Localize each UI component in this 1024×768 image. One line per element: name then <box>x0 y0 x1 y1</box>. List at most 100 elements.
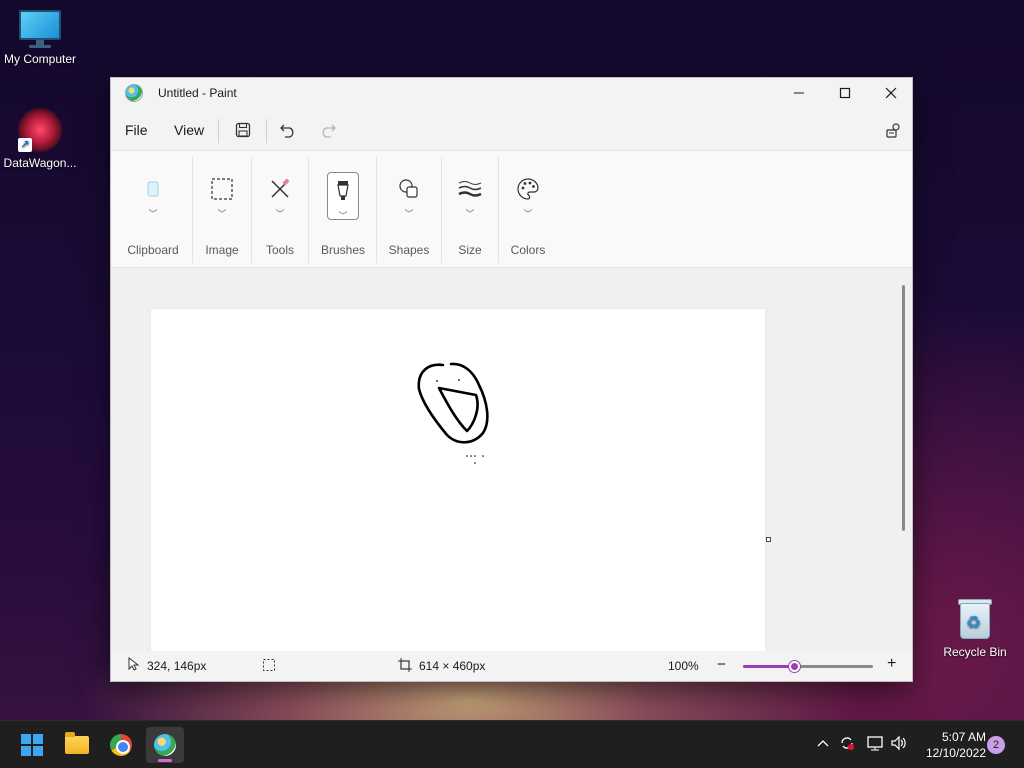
active-app-indicator <box>158 759 172 762</box>
ribbon-divider <box>376 157 377 263</box>
status-bar: 324, 146px 614 × 460px 100% − + <box>111 651 912 681</box>
start-icon <box>21 734 43 756</box>
paint-icon <box>154 734 176 756</box>
window-title: Untitled - Paint <box>158 86 237 100</box>
drawing-strokes <box>417 362 489 464</box>
ribbon-divider <box>441 157 442 263</box>
chevron-down-icon: ﹀ <box>465 209 475 219</box>
ribbon-group-label: Tools <box>265 243 294 257</box>
cursor-icon <box>127 656 140 674</box>
ribbon-group-label: Clipboard <box>127 243 179 257</box>
canvas-resize-handle[interactable] <box>766 537 771 542</box>
undo-button[interactable] <box>275 118 301 142</box>
title-bar[interactable]: Untitled - Paint <box>111 78 912 108</box>
chevron-down-icon: ﹀ <box>404 209 414 219</box>
menu-view[interactable]: View <box>174 122 204 138</box>
size-icon <box>454 173 486 205</box>
shapes-icon <box>393 173 425 205</box>
chevron-down-icon: ﹀ <box>338 211 348 221</box>
desktop-icon-label: Recycle Bin <box>943 645 1007 659</box>
taskbar-clock[interactable]: 5:07 AM 12/10/2022 <box>916 729 986 761</box>
vertical-scrollbar[interactable] <box>902 285 905 531</box>
maximize-button[interactable] <box>822 78 868 108</box>
menu-bar: File View <box>111 111 912 149</box>
menu-file[interactable]: File <box>125 122 148 138</box>
drawing-canvas[interactable] <box>151 309 765 652</box>
clock-date: 12/10/2022 <box>925 746 986 760</box>
zoom-level[interactable]: 100% <box>668 659 699 673</box>
sync-icon[interactable] <box>838 734 856 755</box>
minimize-icon <box>794 92 804 94</box>
ribbon-group-label: Brushes <box>320 243 366 257</box>
cursor-position: 324, 146px <box>147 659 207 673</box>
ribbon-group-size[interactable]: ﹀ Size <box>443 151 497 269</box>
redo-icon <box>322 124 336 138</box>
ribbon-group-label: Image <box>205 243 239 257</box>
canvas-size: 614 × 460px <box>419 659 486 673</box>
volume-icon[interactable] <box>890 734 908 755</box>
palette-icon <box>512 173 544 205</box>
recycle-bin-icon: ♻ <box>956 597 994 641</box>
monitor-icon <box>19 10 61 48</box>
chevron-down-icon: ﹀ <box>148 209 158 219</box>
paint-app-icon <box>125 84 143 102</box>
clock-time: 5:07 AM <box>941 730 986 744</box>
selection-size-icon <box>262 658 276 675</box>
menu-divider <box>218 119 219 143</box>
chevron-down-icon: ﹀ <box>523 209 533 219</box>
zoom-out-button[interactable]: − <box>717 656 726 673</box>
ribbon-group-colors[interactable]: ﹀ Colors <box>501 151 555 269</box>
clipboard-icon <box>137 173 169 205</box>
tools-icon <box>264 173 296 205</box>
ribbon-divider <box>308 157 309 263</box>
ribbon-group-shapes[interactable]: ﹀ Shapes <box>381 151 437 269</box>
ribbon-group-label: Shapes <box>388 243 430 257</box>
taskbar-file-explorer[interactable] <box>58 727 96 763</box>
zoom-slider-thumb[interactable] <box>789 661 800 672</box>
zoom-slider-fill <box>743 665 795 668</box>
ribbon-divider <box>498 157 499 263</box>
datawagon-icon: ↗ <box>18 108 62 152</box>
minimize-button[interactable] <box>776 78 822 108</box>
ribbon-group-brushes[interactable]: ﹀ Brushes <box>315 151 371 269</box>
start-button[interactable] <box>13 727 51 763</box>
ribbon-group-tools[interactable]: ﹀ Tools <box>252 151 308 269</box>
ribbon-group-label: Size <box>458 243 482 257</box>
desktop-icon-recycle-bin[interactable]: ♻ Recycle Bin <box>935 597 1015 659</box>
share-icon <box>886 123 900 138</box>
zoom-in-button[interactable]: + <box>887 655 896 673</box>
desktop-icon-datawagon[interactable]: ↗ DataWagon... <box>0 108 80 170</box>
desktop-icon-my-computer[interactable]: My Computer <box>0 10 80 66</box>
taskbar-chrome[interactable] <box>102 727 140 763</box>
ribbon-group-image[interactable]: ﹀ Image <box>193 151 251 269</box>
selection-icon <box>206 173 238 205</box>
redo-button[interactable] <box>315 118 341 142</box>
close-button[interactable] <box>868 78 914 108</box>
network-icon[interactable] <box>866 734 884 755</box>
ribbon: ﹀ Clipboard ﹀ Image ﹀ Tools ﹀ Brushes ﹀ … <box>111 150 912 268</box>
ribbon-group-clipboard[interactable]: ﹀ Clipboard <box>123 151 183 269</box>
taskbar: 5:07 AM 12/10/2022 2 <box>0 720 1024 768</box>
chrome-icon <box>110 734 132 756</box>
share-button[interactable] <box>881 118 907 142</box>
canvas-workspace <box>111 269 912 652</box>
notification-badge[interactable]: 2 <box>987 736 1005 754</box>
save-button[interactable] <box>230 118 256 142</box>
paint-window: Untitled - Paint File View ﹀ Clipboard ﹀… <box>110 77 913 682</box>
chevron-down-icon: ﹀ <box>275 209 285 219</box>
file-explorer-icon <box>65 732 89 754</box>
chevron-down-icon: ﹀ <box>217 209 227 219</box>
canvas-size-icon <box>398 658 412 675</box>
toolbar-divider <box>266 119 267 143</box>
maximize-icon <box>839 87 851 99</box>
zoom-slider[interactable] <box>743 661 873 672</box>
ribbon-group-label: Colors <box>510 243 546 257</box>
taskbar-paint[interactable] <box>146 727 184 763</box>
undo-icon <box>280 124 294 138</box>
brush-icon <box>327 175 359 207</box>
desktop-icon-label: DataWagon... <box>3 156 77 170</box>
desktop-icon-label: My Computer <box>3 52 77 66</box>
save-icon <box>235 122 251 138</box>
show-hidden-icons-chevron-up-icon[interactable] <box>816 735 830 751</box>
close-icon <box>885 87 897 99</box>
